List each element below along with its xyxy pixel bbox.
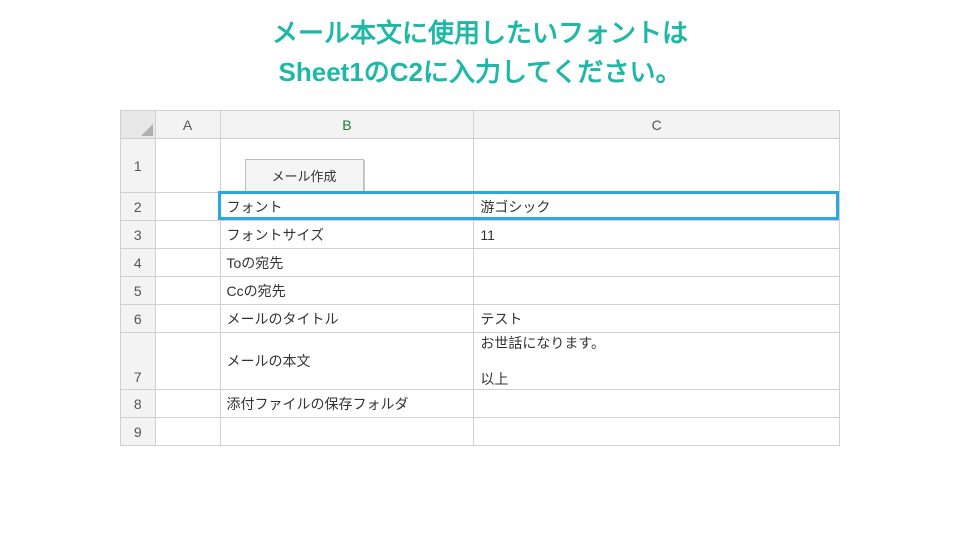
cell-a3[interactable] — [155, 221, 220, 249]
cell-a9[interactable] — [155, 418, 220, 446]
cell-c9[interactable] — [474, 418, 840, 446]
cell-a5[interactable] — [155, 277, 220, 305]
cell-a4[interactable] — [155, 249, 220, 277]
cell-c2[interactable]: 游ゴシック — [474, 193, 840, 221]
row-header-6[interactable]: 6 — [121, 305, 156, 333]
row-header-4[interactable]: 4 — [121, 249, 156, 277]
col-header-b[interactable]: B — [220, 111, 474, 139]
cell-a1[interactable] — [155, 139, 220, 193]
cell-a7[interactable] — [155, 333, 220, 390]
heading-line2: Sheet1のC2に入力してください。 — [279, 57, 682, 87]
instruction-heading: メール本文に使用したいフォントは Sheet1のC2に入力してください。 — [0, 0, 960, 100]
cell-b5[interactable]: Ccの宛先 — [220, 277, 474, 305]
col-header-a[interactable]: A — [155, 111, 220, 139]
cell-c5[interactable] — [474, 277, 840, 305]
cell-c4[interactable] — [474, 249, 840, 277]
cell-c7[interactable]: お世話になります。 以上 — [474, 333, 840, 390]
col-header-c[interactable]: C — [474, 111, 840, 139]
cell-b6[interactable]: メールのタイトル — [220, 305, 474, 333]
cell-a2[interactable] — [155, 193, 220, 221]
cell-b7[interactable]: メールの本文 — [220, 333, 474, 390]
row-header-1[interactable]: 1 — [121, 139, 156, 193]
row-header-8[interactable]: 8 — [121, 390, 156, 418]
cell-c1[interactable] — [474, 139, 840, 193]
cell-b1[interactable]: メール作成 — [220, 139, 474, 193]
spreadsheet-grid[interactable]: A B C 1 メール作成 2 フォント 游ゴシック 3 フォントサイズ 11 … — [120, 110, 840, 446]
row-header-5[interactable]: 5 — [121, 277, 156, 305]
cell-b2[interactable]: フォント — [220, 193, 474, 221]
cell-a8[interactable] — [155, 390, 220, 418]
row-header-2[interactable]: 2 — [121, 193, 156, 221]
cell-a6[interactable] — [155, 305, 220, 333]
cell-b8[interactable]: 添付ファイルの保存フォルダ — [220, 390, 474, 418]
heading-line1: メール本文に使用したいフォントは — [272, 18, 688, 48]
row-header-3[interactable]: 3 — [121, 221, 156, 249]
select-all-corner[interactable] — [121, 111, 156, 139]
cell-c3[interactable]: 11 — [474, 221, 840, 249]
cell-b4[interactable]: Toの宛先 — [220, 249, 474, 277]
row-header-9[interactable]: 9 — [121, 418, 156, 446]
cell-c6[interactable]: テスト — [474, 305, 840, 333]
cell-b9[interactable] — [220, 418, 474, 446]
row-header-7[interactable]: 7 — [121, 333, 156, 390]
mail-create-button[interactable]: メール作成 — [245, 159, 364, 192]
cell-b3[interactable]: フォントサイズ — [220, 221, 474, 249]
cell-c8[interactable] — [474, 390, 840, 418]
